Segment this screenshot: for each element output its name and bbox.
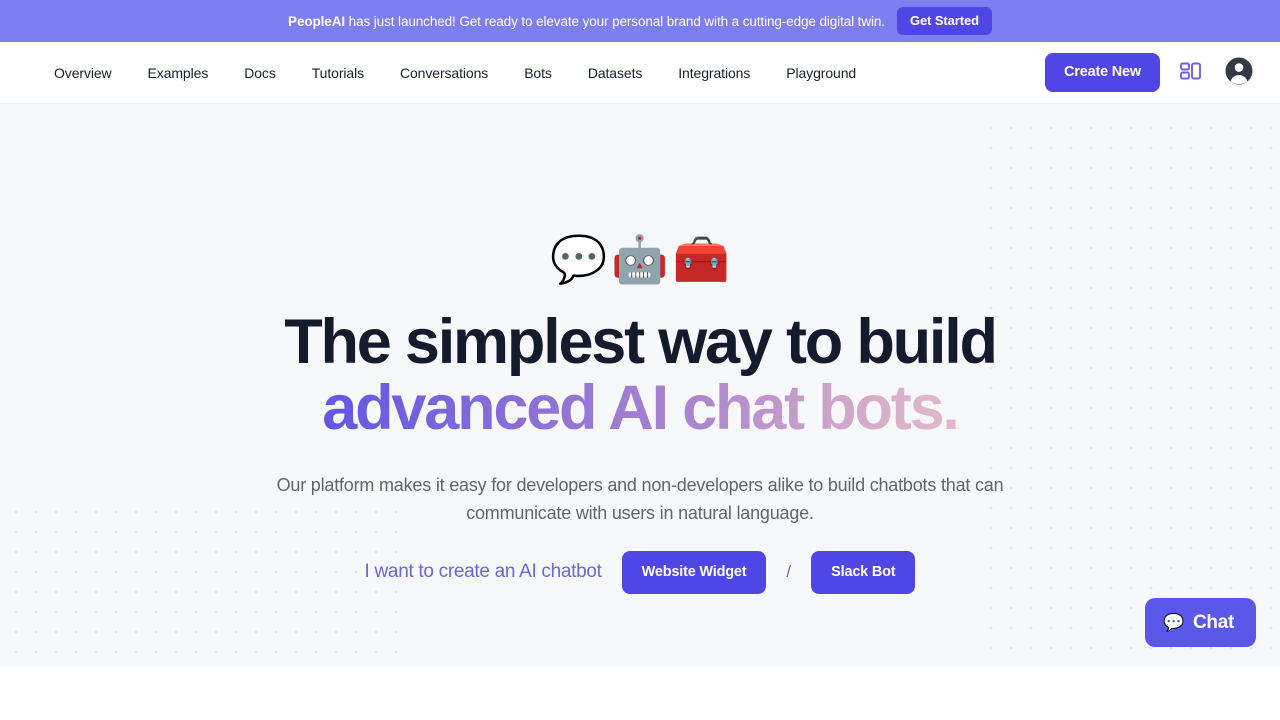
chat-widget-label: Chat [1192, 612, 1234, 633]
nav-item-tutorials[interactable]: Tutorials [294, 57, 382, 89]
announcement-text: PeopleAI has just launched! Get ready to… [288, 14, 885, 29]
nav-link-integrations[interactable]: Integrations [660, 57, 768, 89]
account-avatar-button[interactable] [1222, 54, 1256, 91]
hero-cta-row: I want to create an AI chatbot Website W… [365, 551, 916, 594]
toolbox-emoji: 🧰 [672, 233, 730, 285]
chat-balloon-icon: 💬 [1163, 613, 1184, 632]
nav-link-playground[interactable]: Playground [768, 57, 874, 89]
hero-cta-label: I want to create an AI chatbot [364, 561, 602, 583]
headline-line-one: The simplest way to build [284, 307, 998, 377]
nav-item-bots[interactable]: Bots [506, 57, 570, 89]
page-title: The simplest way to build advanced AI ch… [284, 307, 998, 442]
website-widget-button[interactable]: Website Widget [621, 551, 767, 594]
nav-link-bots[interactable]: Bots [506, 57, 570, 89]
hero-content: 💬 🤖 🧰 The simplest way to build advanced… [0, 104, 1280, 667]
nav-link-examples[interactable]: Examples [130, 57, 227, 89]
hero-emoji-row: 💬 🤖 🧰 [550, 222, 730, 282]
hero-subtitle: Our platform makes it easy for developer… [260, 471, 1020, 527]
nav-link-datasets[interactable]: Datasets [570, 57, 660, 89]
dashboard-grid-icon [1178, 59, 1204, 86]
nav-link-conversations[interactable]: Conversations [382, 57, 506, 89]
dashboard-grid-icon-button[interactable] [1176, 57, 1206, 88]
nav-item-overview[interactable]: Overview [36, 57, 130, 89]
hero-section: 💬 🤖 🧰 The simplest way to build advanced… [0, 104, 1280, 667]
nav-item-docs[interactable]: Docs [226, 57, 294, 89]
nav-right-actions: Create New [1045, 53, 1256, 92]
chat-widget-button[interactable]: 💬 Chat [1145, 598, 1256, 647]
account-avatar-icon [1224, 56, 1254, 89]
announcement-brand: PeopleAI [288, 13, 346, 29]
nav-link-overview[interactable]: Overview [36, 57, 130, 89]
main-navigation-bar: Overview Examples Docs Tutorials Convers… [0, 42, 1280, 104]
hero-subtitle-line-one: Our platform makes it easy for developer… [276, 475, 937, 496]
nav-item-examples[interactable]: Examples [130, 57, 227, 89]
create-new-button[interactable]: Create New [1045, 53, 1160, 92]
nav-item-conversations[interactable]: Conversations [382, 57, 506, 89]
slack-bot-button[interactable]: Slack Bot [811, 551, 916, 594]
announcement-message: has just launched! Get ready to elevate … [345, 13, 885, 29]
get-started-button[interactable]: Get Started [896, 7, 992, 35]
nav-item-integrations[interactable]: Integrations [660, 57, 768, 89]
announcement-banner: PeopleAI has just launched! Get ready to… [0, 0, 1280, 42]
nav-item-datasets[interactable]: Datasets [570, 57, 660, 89]
headline-line-two-gradient: advanced AI chat bots. [284, 375, 996, 442]
nav-link-docs[interactable]: Docs [226, 57, 294, 89]
cta-separator: / [786, 562, 792, 582]
robot-emoji: 🤖 [611, 233, 669, 285]
speech-balloon-emoji: 💬 [550, 233, 608, 285]
nav-link-tutorials[interactable]: Tutorials [294, 57, 382, 89]
nav-item-playground[interactable]: Playground [768, 57, 874, 89]
nav-links-list: Overview Examples Docs Tutorials Convers… [36, 57, 874, 89]
